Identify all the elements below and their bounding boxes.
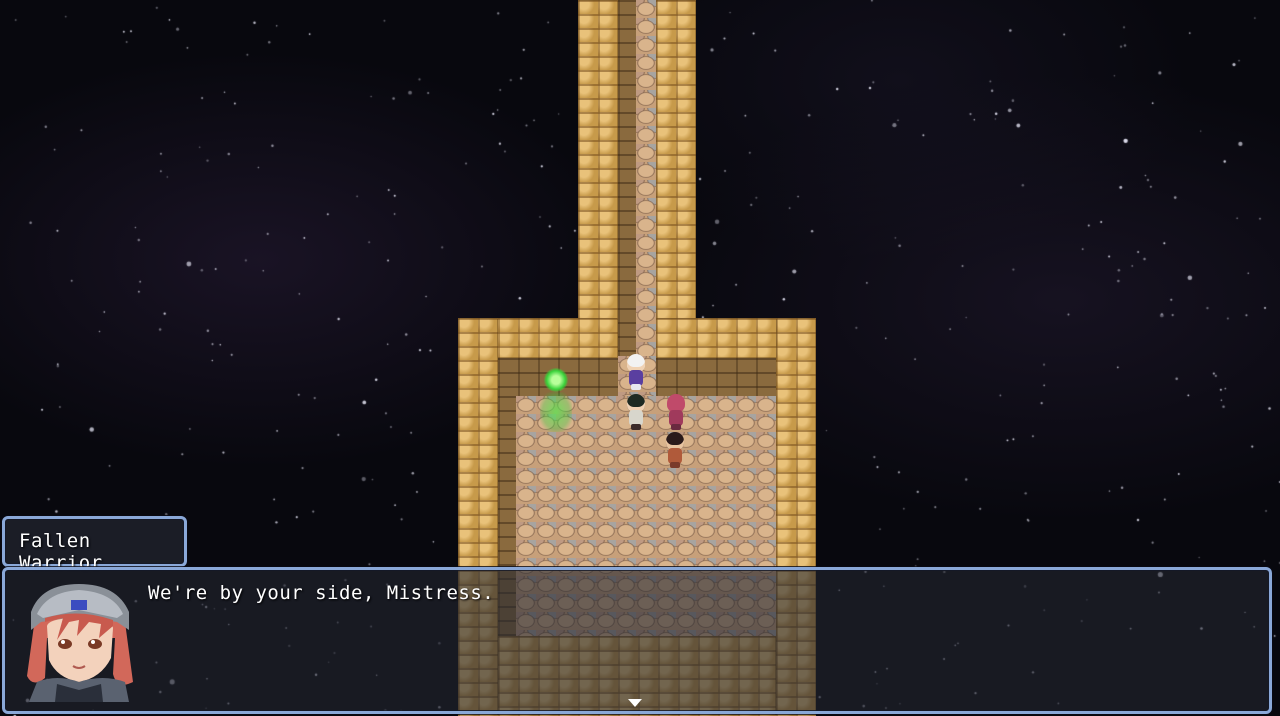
continue-arrow-icon[interactable] [628,699,642,707]
fallen-warrior-portrait [17,578,141,702]
green-aura [540,392,572,432]
dark-haired-follower[interactable] [624,394,648,430]
message-box[interactable]: We're by your side, Mistress. [2,567,1272,714]
room-inner-wall-right [656,358,776,396]
corridor-shadow [618,0,636,356]
corridor-floor [636,0,656,356]
corridor-wall-left [578,0,618,320]
brown-haired-follower[interactable] [663,432,687,468]
corridor-wall-right [656,0,696,320]
pink-haired-follower[interactable] [664,394,688,430]
green-orb-icon [544,368,568,392]
speaker-name-box: Fallen Warrior [2,516,187,574]
white-haired-leader[interactable] [624,354,648,390]
message-text: We're by your side, Mistress. [148,582,495,604]
green-glow-event[interactable] [538,368,574,432]
